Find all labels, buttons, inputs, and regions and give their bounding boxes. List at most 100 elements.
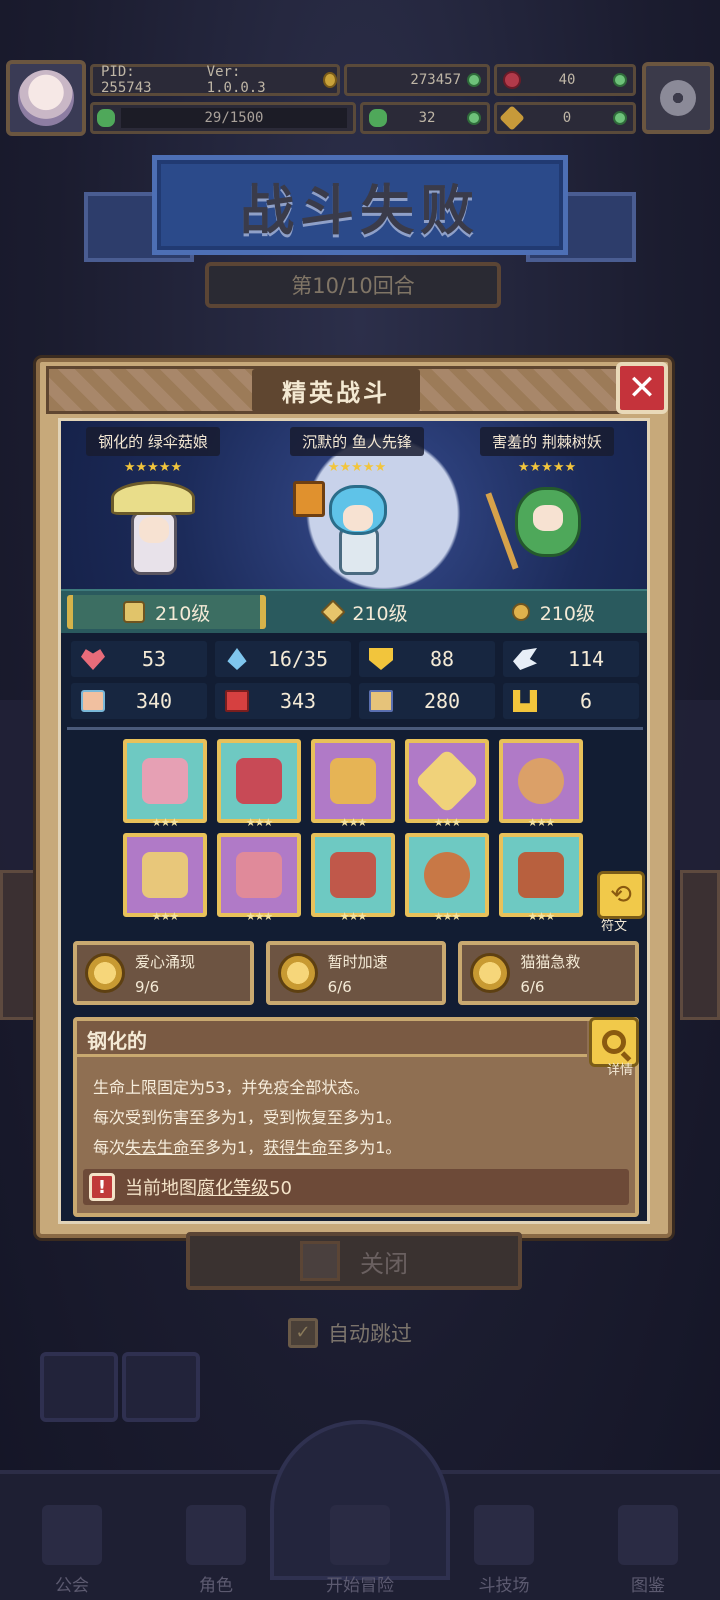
equipment-grid: ★★★ ★★★ ★★★ ★★★ ★★★ ★★★ ★★★ ★★★ ★★★ ★★★ (123, 739, 593, 923)
skill-card-cat-rescue[interactable]: 猫猫急救 6/6 (458, 941, 639, 1005)
trait-line-1: 生命上限固定为53，并免疫全部状态。 (93, 1078, 370, 1097)
item-stars: ★★★ (151, 816, 180, 829)
text-segment: 50 (269, 1178, 292, 1199)
equip-slot-ring[interactable]: ★★★ (499, 739, 583, 829)
equip-slot-wand[interactable]: ★★★ (123, 739, 207, 829)
hero-card-dryad[interactable]: 害羞的 荆棘树妖 ★★★★★ (457, 427, 637, 591)
spellbook-icon (225, 690, 249, 712)
skill-name: 爱心涌现 (135, 952, 196, 971)
close-label: 关闭 (360, 1249, 408, 1278)
merfolk-vanguard-sprite (315, 481, 399, 577)
boot-icon (369, 690, 393, 712)
clover-amount: 32 (418, 110, 436, 126)
rune-button[interactable]: ⟲ (597, 871, 645, 919)
skill-card-temp-haste[interactable]: 暂时加速 6/6 (265, 941, 447, 1005)
keyword-corruption[interactable]: 腐化等级 (197, 1178, 269, 1199)
hero-card-mushroom[interactable]: 钢化的 绿伞菇娘 ★★★★★ (63, 427, 243, 591)
defeat-banner: 战斗失败 (152, 155, 568, 255)
dress-icon (236, 852, 282, 898)
close-modal-button[interactable]: ✕ (616, 362, 668, 414)
hero-name: 害羞的 荆棘树妖 (480, 427, 614, 456)
trait-text: 生命上限固定为53，并免疫全部状态。 每次受到伤害至多为1，受到恢复至多为1。 … (93, 1073, 401, 1163)
add-clover-icon[interactable] (466, 111, 481, 125)
keyword-gain-hp[interactable]: 获得生命 (263, 1138, 327, 1157)
mushroom-girl-sprite (111, 481, 195, 577)
staff-icon (511, 603, 530, 621)
background-panel-right (680, 870, 720, 1020)
nav-start-adventure[interactable]: 开始冒险 (305, 1505, 415, 1596)
collar-icon (424, 852, 470, 898)
equip-slot-dress[interactable]: ★★★ (217, 833, 301, 923)
defeat-title: 战斗失败 (240, 178, 480, 242)
gold-amount: 273457 (410, 72, 461, 88)
auto-skip-checkbox[interactable]: ✓ (288, 1318, 318, 1348)
glove-icon (330, 852, 376, 898)
equip-slot-glove[interactable]: ★★★ (311, 833, 395, 923)
skill-card-love-burst[interactable]: 爱心涌现 9/6 (73, 941, 254, 1005)
crossed-swords-icon (474, 1505, 534, 1565)
crossed-swords-button[interactable] (122, 1352, 200, 1422)
stat-value: 280 (423, 689, 461, 713)
level-cell-3[interactable]: 210级 (460, 599, 647, 626)
sprite-staff (485, 492, 519, 570)
auto-skip-toggle[interactable]: ✓ 自动跳过 (288, 1318, 412, 1348)
equip-slot-collar[interactable]: ★★★ (405, 833, 489, 923)
modal-content: 钢化的 绿伞菇娘 ★★★★★ 沉默的 鱼人先锋 ★★★★★ 害羞的 荆棘树妖 ★… (58, 418, 650, 1224)
guild-icon (42, 1505, 102, 1565)
item-stars: ★★★ (245, 910, 274, 923)
corruption-warning: ! 当前地图腐化等级50 (83, 1169, 629, 1205)
player-avatar[interactable] (6, 60, 86, 136)
umbrella-hat (111, 481, 195, 515)
modal-title: 精英战斗 (252, 368, 420, 412)
hero-name: 钢化的 绿伞菇娘 (86, 427, 220, 456)
side-button-left[interactable] (40, 1352, 118, 1422)
heart-icon (81, 649, 105, 670)
equip-slot-boots[interactable]: ★★★ (499, 833, 583, 923)
experience-box: 29/1500 (90, 102, 356, 134)
detail-label: 详情 (606, 1063, 633, 1078)
gem-plate-icon (414, 748, 480, 814)
haste-coin-icon (277, 953, 318, 993)
text-segment: 当前地图 (125, 1178, 197, 1199)
gear-icon (660, 80, 696, 116)
top-status-bar: PID: 255743 Ver: 1.0.0.3 273457 40 29/15… (6, 60, 714, 136)
level-text: 210级 (539, 602, 595, 625)
equip-slot-gem-plate[interactable]: ★★★ (405, 739, 489, 829)
trait-title: 钢化的 (77, 1021, 587, 1057)
nav-label: 角色 (199, 1576, 233, 1596)
close-result-button[interactable]: 关闭 (186, 1232, 522, 1290)
modal-header: 精英战斗 (46, 366, 626, 414)
level-cell-2[interactable]: 210级 (272, 599, 459, 626)
stat-magic: 343 (215, 683, 351, 719)
level-cell-1[interactable]: 210级 (67, 595, 267, 629)
nav-character[interactable]: 角色 (161, 1505, 271, 1596)
background-panel-left (0, 870, 40, 1020)
hero-stars: ★★★★★ (517, 460, 577, 475)
settings-button[interactable] (642, 62, 714, 134)
equip-slot-heart-shield[interactable]: ★★★ (217, 739, 301, 829)
heart-coin-icon (85, 953, 125, 993)
trait-line-2: 每次受到伤害至多为1，受到恢复至多为1。 (93, 1108, 402, 1127)
text-segment: 每次 (93, 1138, 126, 1157)
heart-shield-icon (236, 758, 282, 804)
stat-luck: 6 (503, 683, 639, 719)
ruby-icon (503, 71, 521, 89)
add-gold-icon[interactable] (467, 73, 481, 87)
add-key-icon[interactable] (613, 111, 627, 125)
clover-counter: 32 (360, 102, 490, 134)
keyword-lose-hp[interactable]: 失去生命 (125, 1138, 189, 1157)
hero-card-merfolk[interactable]: 沉默的 鱼人先锋 ★★★★★ (267, 427, 447, 591)
add-gem-icon[interactable] (612, 73, 627, 87)
nav-label: 开始冒险 (326, 1576, 394, 1596)
gem-amount: 40 (558, 72, 576, 88)
equip-slot-cat-ears[interactable]: ★★★ (123, 833, 207, 923)
equip-slot-necklace[interactable]: ★★★ (311, 739, 395, 829)
wand-icon (142, 758, 188, 804)
stat-hp: 53 (71, 641, 207, 677)
nav-guild[interactable]: 公会 (17, 1505, 127, 1596)
shield-icon (369, 648, 393, 670)
player-id: PID: 255743 (101, 64, 152, 96)
nav-codex[interactable]: 图鉴 (593, 1505, 703, 1596)
trait-description-panel: 钢化的 详情 生命上限固定为53，并免疫全部状态。 每次受到伤害至多为1，受到恢… (73, 1017, 639, 1217)
nav-arena[interactable]: 斗技场 (449, 1505, 559, 1596)
